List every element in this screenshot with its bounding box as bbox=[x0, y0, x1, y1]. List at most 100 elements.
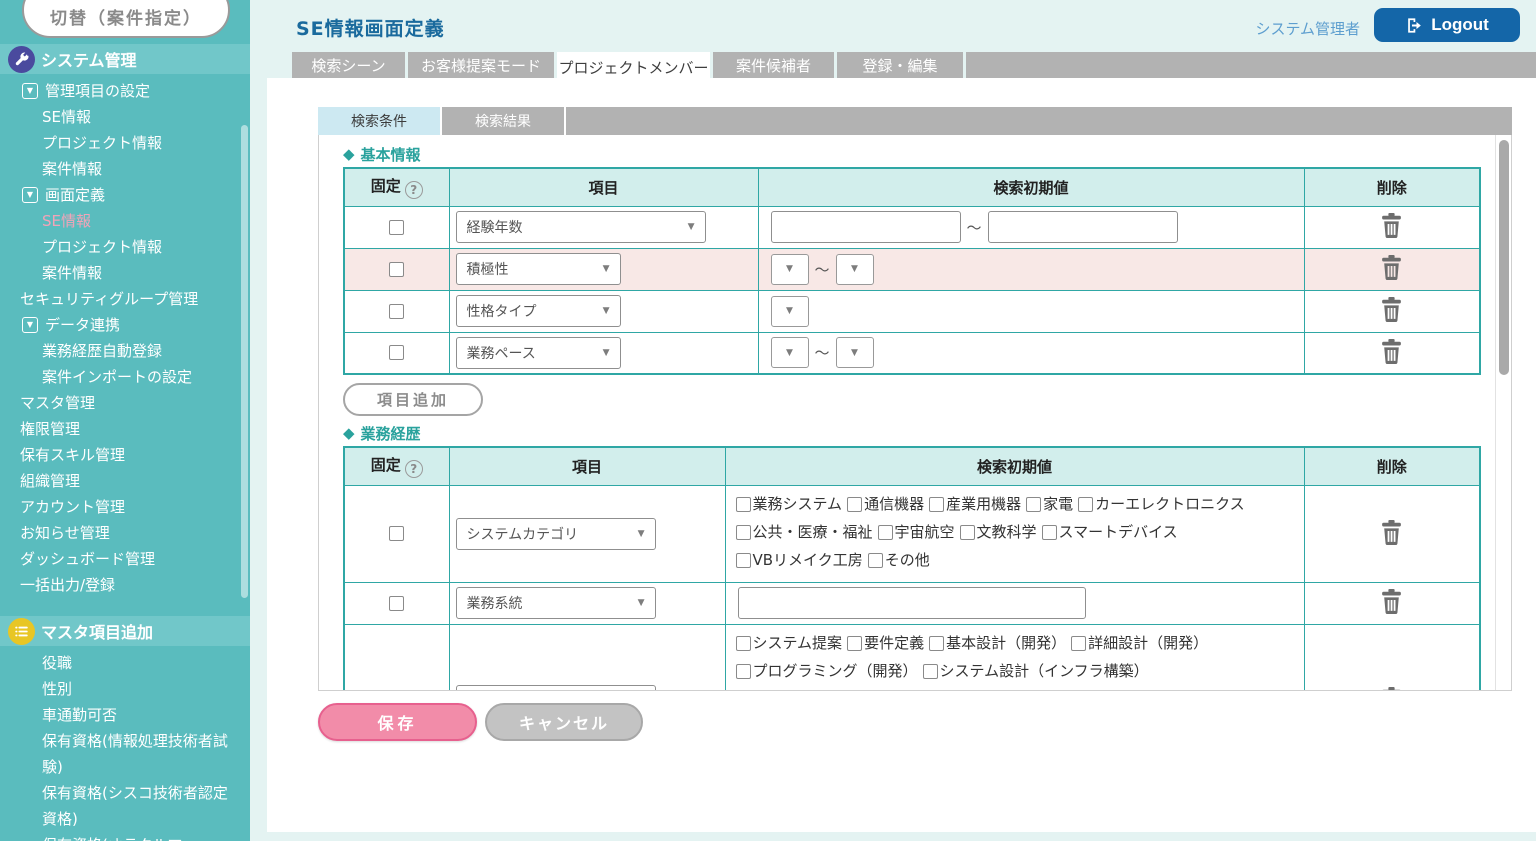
checkbox-option[interactable]: VBリメイク工房 bbox=[736, 548, 863, 573]
sidebar-section-system-admin[interactable]: システム管理 bbox=[0, 44, 250, 74]
option-checkbox[interactable] bbox=[736, 553, 751, 568]
checkbox-option[interactable]: システム設計（インフラ構築） bbox=[923, 659, 1149, 684]
item-select[interactable]: 業務ペース▼ bbox=[456, 337, 621, 369]
sidebar-scrollbar[interactable] bbox=[241, 125, 248, 598]
delete-row-button[interactable] bbox=[1375, 587, 1408, 619]
checkbox-option[interactable]: 詳細設計（開発） bbox=[1071, 631, 1208, 656]
sidebar-item[interactable]: 保有資格(情報処理技術者試験) bbox=[0, 728, 250, 780]
option-checkbox[interactable] bbox=[736, 664, 751, 679]
save-button[interactable]: 保存 bbox=[318, 703, 477, 741]
sidebar-section-master-items[interactable]: マスタ項目追加 bbox=[0, 616, 250, 646]
sidebar-item[interactable]: 権限管理 bbox=[0, 416, 250, 442]
option-checkbox[interactable] bbox=[1042, 525, 1057, 540]
fixed-checkbox[interactable] bbox=[389, 220, 404, 235]
option-checkbox[interactable] bbox=[868, 553, 883, 568]
delete-row-button[interactable] bbox=[1375, 211, 1408, 243]
collapse-arrow-icon[interactable]: ▼ bbox=[22, 83, 38, 99]
sidebar-item[interactable]: プロジェクト情報 bbox=[0, 130, 250, 156]
sidebar-item[interactable]: 案件情報 bbox=[0, 156, 250, 182]
sidebar-item[interactable]: 組織管理 bbox=[0, 468, 250, 494]
sidebar-item-active[interactable]: SE情報 bbox=[0, 208, 250, 234]
checkbox-option[interactable]: プログラミング（開発） bbox=[736, 659, 918, 684]
option-checkbox[interactable] bbox=[847, 636, 862, 651]
checkbox-option[interactable]: システム提案 bbox=[736, 631, 843, 656]
business-line-input[interactable] bbox=[738, 587, 1086, 619]
option-checkbox[interactable] bbox=[736, 525, 751, 540]
option-checkbox[interactable] bbox=[878, 525, 893, 540]
checkbox-option[interactable]: その他 bbox=[868, 548, 930, 573]
sidebar-item[interactable]: 案件情報 bbox=[0, 260, 250, 286]
checkbox-option[interactable]: 産業用機器 bbox=[929, 492, 1021, 517]
delete-row-button[interactable] bbox=[1375, 253, 1408, 285]
checkbox-option[interactable]: 業務システム bbox=[736, 492, 843, 517]
range-to-select[interactable]: ▼ bbox=[836, 337, 874, 368]
collapse-arrow-icon[interactable]: ▼ bbox=[22, 317, 38, 333]
checkbox-option[interactable]: 要件定義 bbox=[847, 631, 924, 656]
range-from-select[interactable]: ▼ bbox=[771, 254, 809, 285]
collapse-arrow-icon[interactable]: ▼ bbox=[22, 187, 38, 203]
subtab-search-conditions[interactable]: 検索条件 bbox=[318, 107, 440, 135]
sidebar-item[interactable]: セキュリティグループ管理 bbox=[0, 286, 250, 312]
range-from-input[interactable] bbox=[771, 211, 961, 243]
item-select[interactable]: 積極性▼ bbox=[456, 253, 621, 285]
item-select[interactable]: システムカテゴリ▼ bbox=[456, 518, 656, 550]
fixed-checkbox[interactable] bbox=[389, 596, 404, 611]
option-checkbox[interactable] bbox=[960, 525, 975, 540]
sidebar-item[interactable]: 一括出力/登録 bbox=[0, 572, 250, 598]
checkbox-option[interactable]: 基本設計（開発） bbox=[929, 631, 1066, 656]
switch-case-button[interactable]: 切替（案件指定） bbox=[22, 0, 230, 38]
sidebar-item[interactable]: 役職 bbox=[0, 650, 250, 676]
option-checkbox[interactable] bbox=[923, 664, 938, 679]
item-select[interactable]: 経験年数▼ bbox=[456, 211, 706, 243]
sidebar-item[interactable]: 業務経歴自動登録 bbox=[0, 338, 250, 364]
checkbox-option[interactable]: 通信機器 bbox=[847, 492, 924, 517]
tab-search-scene[interactable]: 検索シーン bbox=[292, 52, 405, 78]
delete-row-button[interactable] bbox=[1375, 337, 1408, 369]
sidebar-item[interactable]: ▼データ連携 bbox=[0, 312, 250, 338]
logout-button[interactable]: Logout bbox=[1374, 8, 1520, 42]
option-checkbox[interactable] bbox=[1078, 497, 1093, 512]
checkbox-option[interactable]: ネットワーク・セキュリティ設計（インフラ構築） bbox=[736, 687, 1096, 692]
checkbox-option[interactable]: カーエレクトロニクス bbox=[1078, 492, 1245, 517]
tab-case-candidate[interactable]: 案件候補者 bbox=[713, 52, 834, 78]
sidebar-item[interactable]: 保有資格(オラクルマ bbox=[0, 832, 250, 841]
checkbox-option[interactable]: 宇宙航空 bbox=[878, 520, 955, 545]
fixed-checkbox[interactable] bbox=[389, 526, 404, 541]
option-checkbox[interactable] bbox=[847, 497, 862, 512]
sidebar-item[interactable]: ▼管理項目の設定 bbox=[0, 78, 250, 104]
sidebar-item[interactable]: プロジェクト情報 bbox=[0, 234, 250, 260]
option-checkbox[interactable] bbox=[929, 497, 944, 512]
checkbox-option[interactable]: スマートデバイス bbox=[1042, 520, 1178, 545]
option-checkbox[interactable] bbox=[736, 636, 751, 651]
fixed-checkbox[interactable] bbox=[389, 345, 404, 360]
checkbox-option[interactable]: 家電 bbox=[1026, 492, 1073, 517]
sidebar-item[interactable]: ▼画面定義 bbox=[0, 182, 250, 208]
value-select[interactable]: ▼ bbox=[771, 296, 809, 327]
tab-register-edit[interactable]: 登録・編集 bbox=[837, 52, 963, 78]
range-to-input[interactable] bbox=[988, 211, 1178, 243]
add-item-button[interactable]: 項目追加 bbox=[343, 383, 483, 416]
cancel-button[interactable]: キャンセル bbox=[485, 703, 643, 741]
option-checkbox[interactable] bbox=[1026, 497, 1041, 512]
subtab-search-results[interactable]: 検索結果 bbox=[442, 107, 564, 135]
sidebar-item[interactable]: アカウント管理 bbox=[0, 494, 250, 520]
delete-row-button[interactable] bbox=[1375, 685, 1408, 692]
fixed-checkbox[interactable] bbox=[389, 304, 404, 319]
sidebar-item[interactable]: マスタ管理 bbox=[0, 390, 250, 416]
sidebar-item[interactable]: SE情報 bbox=[0, 104, 250, 130]
sidebar-item[interactable]: 保有スキル管理 bbox=[0, 442, 250, 468]
sidebar-item[interactable]: 案件インポートの設定 bbox=[0, 364, 250, 390]
delete-row-button[interactable] bbox=[1375, 518, 1408, 550]
item-select[interactable]: 業務系統▼ bbox=[456, 587, 656, 619]
checkbox-option[interactable]: 文教科学 bbox=[960, 520, 1037, 545]
option-checkbox[interactable] bbox=[736, 497, 751, 512]
item-select[interactable]: 作業工程▼ bbox=[456, 685, 656, 692]
item-select[interactable]: 性格タイプ▼ bbox=[456, 295, 621, 327]
help-icon[interactable]: ? bbox=[405, 181, 423, 199]
sidebar-item[interactable]: 保有資格(シスコ技術者認定資格) bbox=[0, 780, 250, 832]
tab-customer-proposal-mode[interactable]: お客様提案モード bbox=[408, 52, 554, 78]
option-checkbox[interactable] bbox=[1071, 636, 1086, 651]
checkbox-option[interactable]: 公共・医療・福祉 bbox=[736, 520, 873, 545]
fixed-checkbox[interactable] bbox=[389, 262, 404, 277]
pane-scrollbar-thumb[interactable] bbox=[1499, 140, 1509, 375]
